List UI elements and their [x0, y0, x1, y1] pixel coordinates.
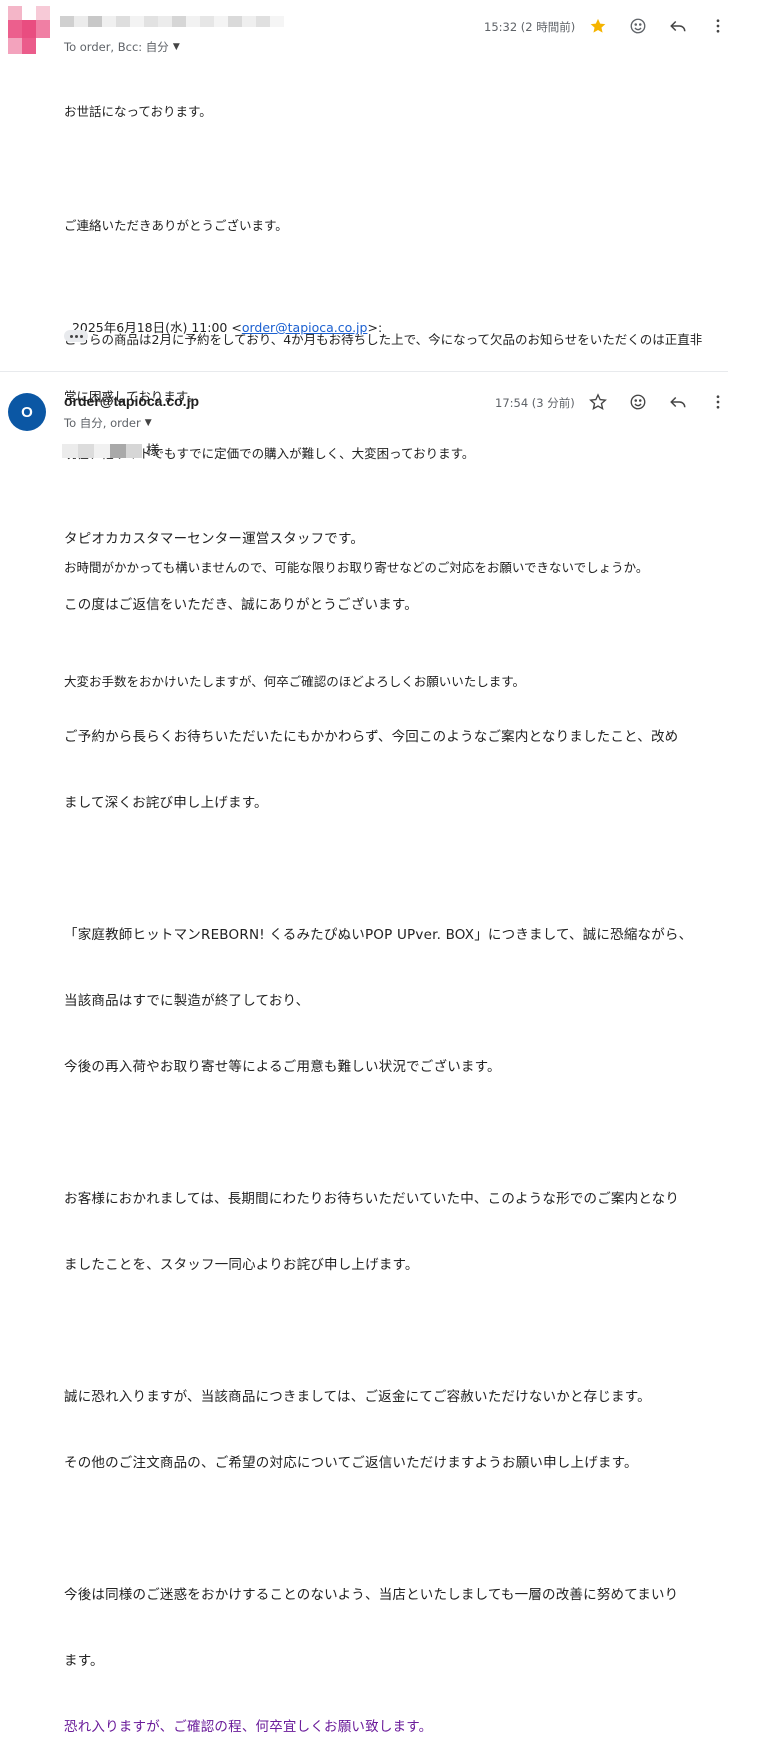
recipients-line[interactable]: To order, Bcc: 自分 ▼	[64, 39, 180, 55]
body-line: ましたことを、スタッフ一同心よりお詫び申し上げます。	[64, 1257, 419, 1273]
body-line: タピオカカスタマーセンター運営スタッフです。	[64, 531, 365, 547]
body-line: 「家庭教師ヒットマンREBORN! くるみたぴぬいPOP UPver. BOX」…	[64, 927, 693, 943]
body-line: 誠に恐れ入りますが、当該商品につきましては、ご返金にてご容赦いただけないかと存じ…	[64, 1389, 651, 1405]
body-line	[64, 1518, 732, 1540]
sender-avatar[interactable]: O	[8, 393, 46, 431]
reply-icon[interactable]	[667, 391, 689, 413]
more-vert-icon[interactable]	[707, 391, 729, 413]
quote-header: 2025年6月18日(水) 11:00 <order@tapioca.co.jp…	[64, 299, 382, 337]
sender-name-redacted	[60, 16, 284, 27]
recipients-line[interactable]: To 自分, order ▼	[64, 415, 152, 431]
chevron-down-icon[interactable]: ▼	[145, 418, 152, 428]
body-line	[64, 1122, 732, 1144]
message2-body: タピオカカスタマーセンター運営スタッフです。 この度はご返信をいただき、誠にあり…	[64, 484, 732, 1760]
customer-name-redacted	[62, 444, 142, 458]
body-line	[64, 660, 732, 682]
body-line	[64, 273, 734, 292]
body-line: 当該商品はすでに製造が終了しており、	[64, 993, 310, 1009]
quote-suffix: >:	[367, 320, 383, 335]
body-line: この度はご返信をいただき、誠にありがとうございます。	[64, 597, 418, 613]
more-vert-icon[interactable]	[707, 15, 729, 37]
body-line	[64, 159, 734, 178]
sender-avatar-blurred[interactable]	[8, 6, 50, 54]
body-line: その他のご注文商品の、ご希望の対応についてご返信いただけますようお願い申し上げま…	[64, 1455, 638, 1471]
body-line: ご予約から長らくお待ちいただいたにもかかわらず、今回このようなご案内となりました…	[64, 729, 679, 745]
recipients-text: To order, Bcc: 自分	[64, 40, 169, 54]
star-outline-icon[interactable]	[587, 391, 609, 413]
body-line: 今後は同様のご迷惑をおかけすることのないよう、当店といたしましても一層の改善に努…	[64, 1587, 679, 1603]
body-line	[64, 858, 732, 880]
show-trimmed-content-button[interactable]	[64, 330, 88, 342]
body-line	[64, 1320, 732, 1342]
quote-email-link[interactable]: order@tapioca.co.jp	[242, 320, 368, 335]
quote-date: 2025年6月18日(水) 11:00 <	[71, 320, 242, 335]
body-line: 現在、他サイトでもすでに定価での購入が難しく、大変困っております。	[64, 446, 475, 461]
body-line: 今後の再入荷やお取り寄せ等によるご用意も難しい状況でございます。	[64, 1059, 501, 1075]
sender-email[interactable]: order@tapioca.co.jp	[64, 393, 199, 409]
recipients-text: To 自分, order	[64, 416, 141, 430]
emoji-icon[interactable]	[627, 391, 649, 413]
emoji-icon[interactable]	[627, 15, 649, 37]
body-line: お世話になっております。	[64, 104, 212, 119]
message-divider	[0, 371, 728, 372]
body-line: ご連絡いただきありがとうございます。	[64, 218, 288, 233]
closing-line: 恐れ入りますが、ご確認の程、何卒宜しくお願い致します。	[64, 1719, 433, 1735]
body-line: お客様におかれましては、長期間にわたりお待ちいただいていた中、このような形でのご…	[64, 1191, 680, 1207]
body-line: まして深くお詫び申し上げます。	[64, 795, 268, 811]
message-time: 15:32 (2 時間前)	[484, 20, 576, 34]
reply-icon[interactable]	[667, 15, 689, 37]
salutation-suffix: 様	[146, 443, 160, 459]
message-time: 17:54 (3 分前)	[495, 396, 575, 410]
body-line: ます。	[64, 1653, 104, 1669]
chevron-down-icon[interactable]: ▼	[173, 42, 180, 52]
star-filled-icon[interactable]	[587, 15, 609, 37]
